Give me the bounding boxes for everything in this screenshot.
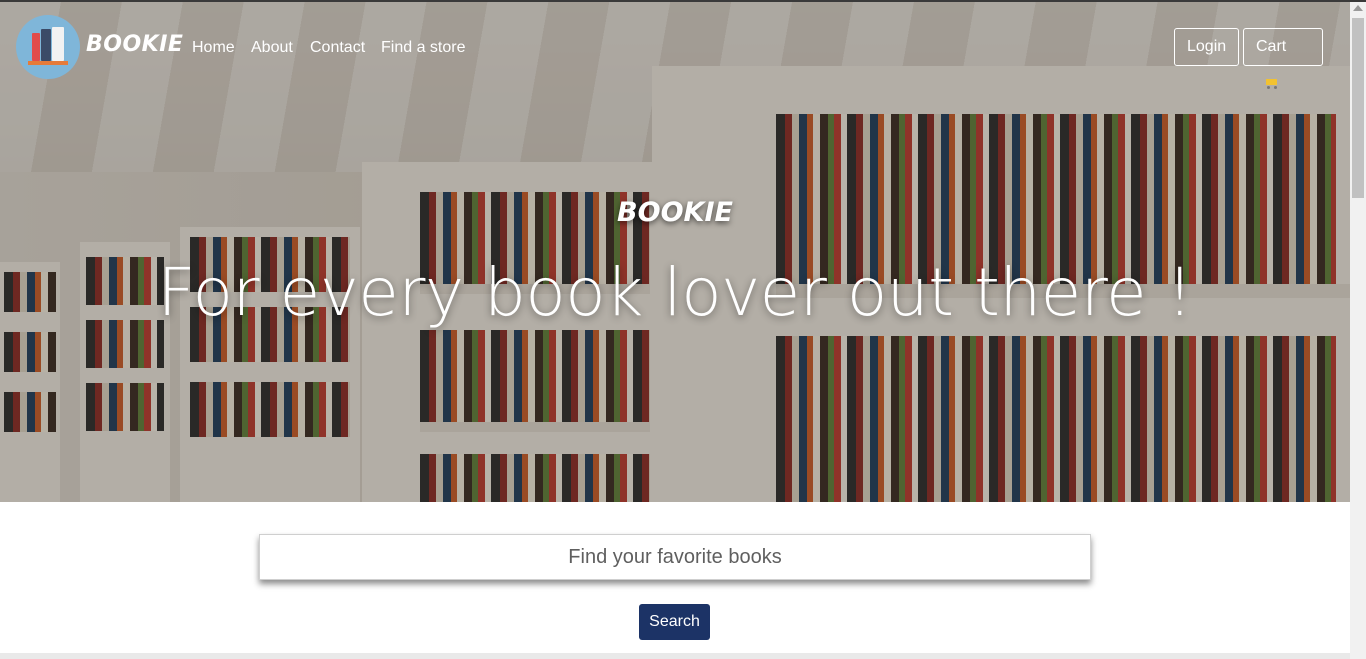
cart-icon: [1264, 77, 1278, 89]
nav-link-contact[interactable]: Contact: [310, 39, 365, 57]
scroll-up-arrow-icon[interactable]: [1353, 5, 1363, 11]
logo-book-red: [32, 33, 40, 61]
logo-book-navy: [41, 29, 51, 61]
cart-button[interactable]: Cart: [1243, 28, 1323, 89]
logo-books-icon[interactable]: [16, 15, 80, 79]
scrollbar-thumb[interactable]: [1352, 18, 1364, 198]
nav-link-find-a-store[interactable]: Find a store: [381, 39, 465, 57]
top-navbar: BOOKIE Home About Contact Find a store L…: [0, 2, 1350, 92]
search-button[interactable]: Search: [639, 604, 710, 640]
login-button-label: Login: [1187, 38, 1227, 55]
nav-link-about[interactable]: About: [251, 39, 293, 57]
login-button[interactable]: Login: [1174, 28, 1239, 66]
page: BOOKIE For every book lover out there ! …: [0, 0, 1366, 659]
hero-brand-title: BOOKIE: [617, 197, 733, 228]
logo-book-white: [52, 27, 64, 61]
cart-button-label: Cart: [1256, 38, 1287, 55]
brand-name[interactable]: BOOKIE: [86, 32, 183, 57]
nav-link-home[interactable]: Home: [192, 39, 235, 57]
page-bottom-strip: [0, 653, 1350, 659]
hero-tagline: For every book lover out there !: [157, 254, 1193, 331]
search-input[interactable]: [259, 534, 1091, 580]
logo-shelf: [28, 61, 68, 65]
